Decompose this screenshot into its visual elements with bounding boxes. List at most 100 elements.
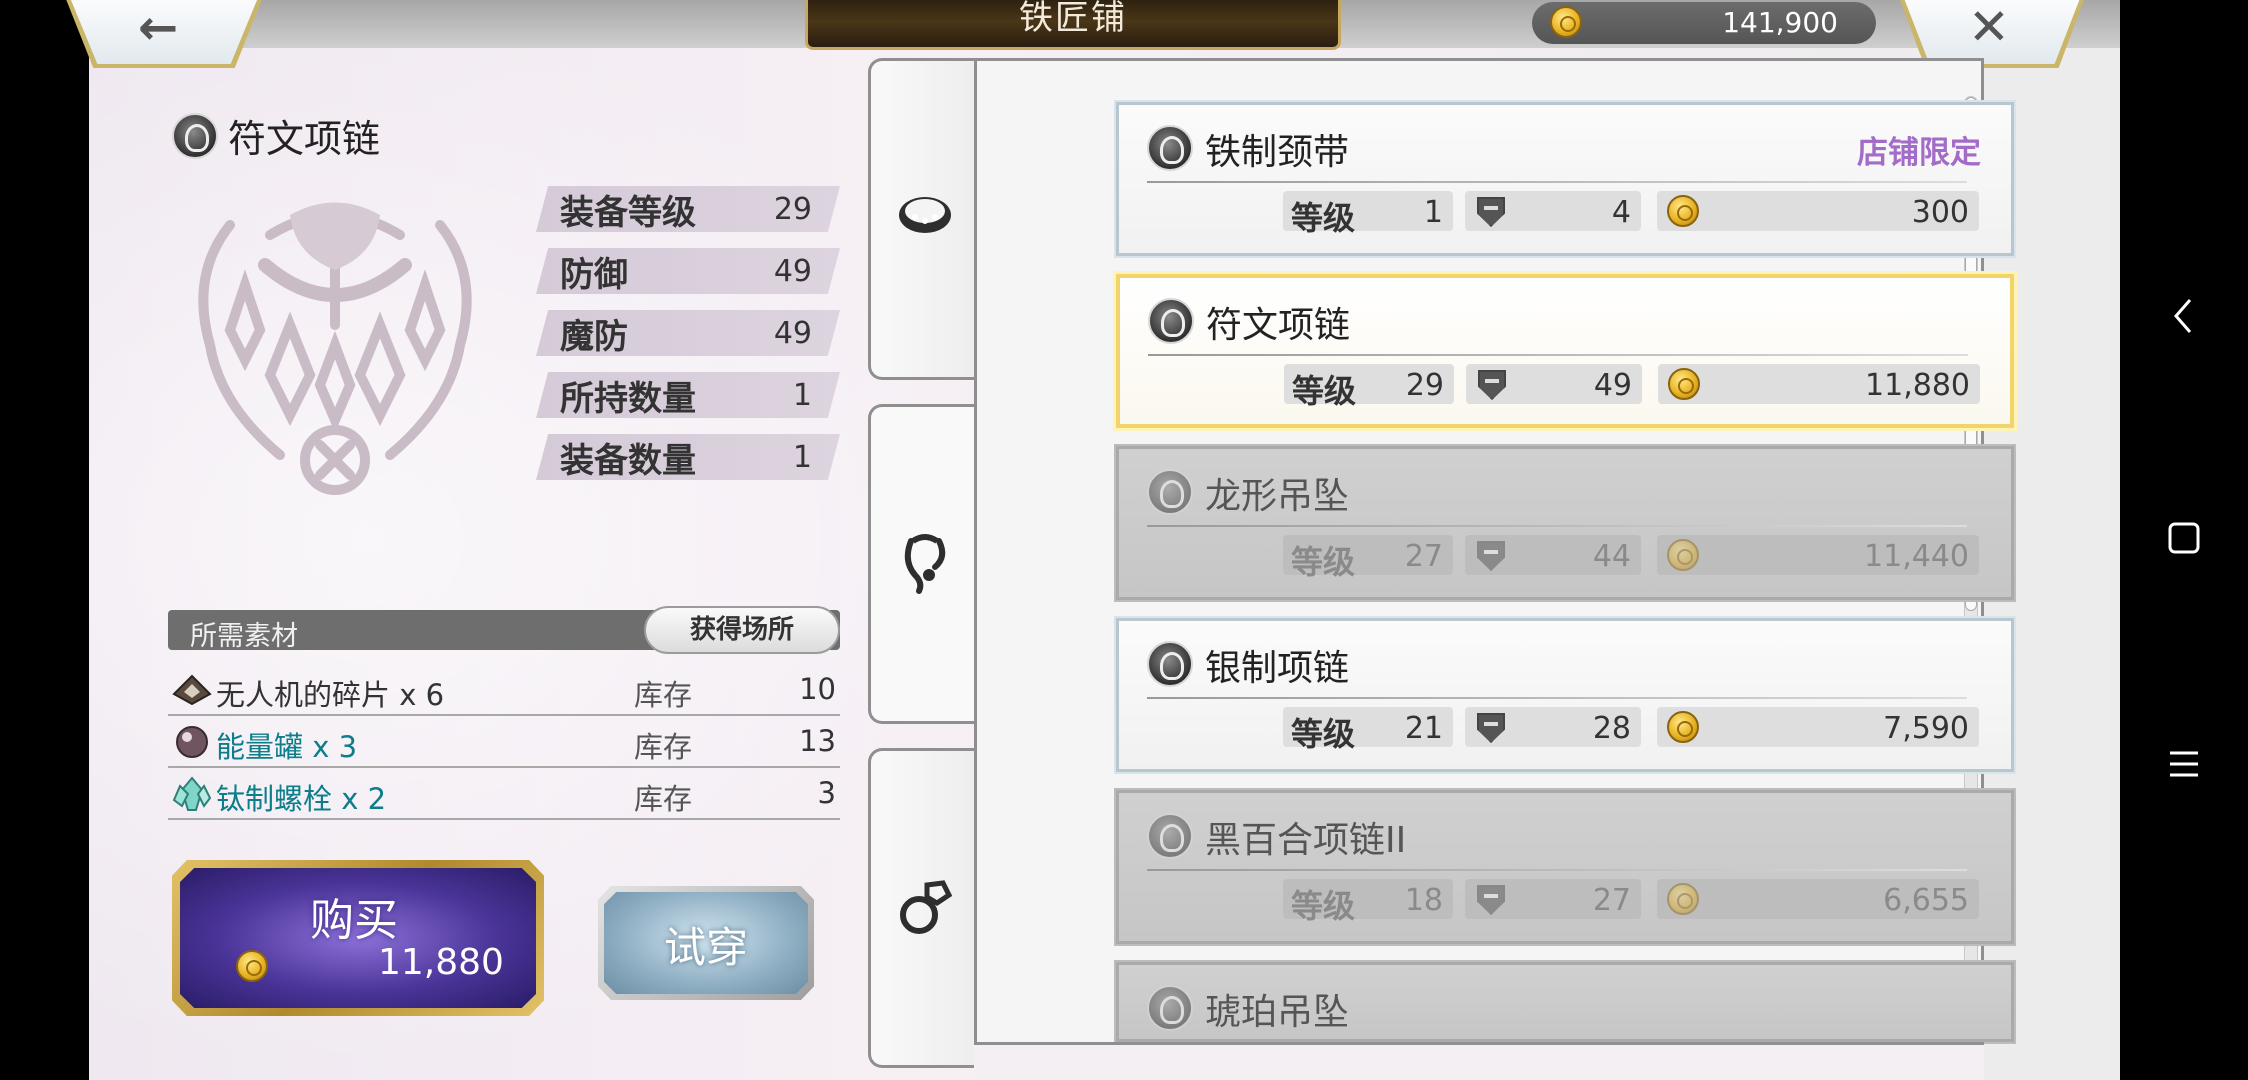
coin-icon [1667,711,1699,743]
defense-pill: 4 [1465,191,1641,231]
stat-row-equipped-count: 装备数量 1 [536,434,840,480]
defense-pill: 27 [1465,879,1641,919]
level-value: 27 [1404,539,1443,574]
stat-label: 装备数量 [560,440,696,481]
get-location-button[interactable]: 获得场所 [644,606,840,654]
stat-row-magic-defense: 魔防 49 [536,310,840,356]
material-name: 能量罐 x 3 [216,730,358,764]
stat-value: 49 [773,315,812,351]
level-value: 21 [1404,711,1443,746]
coin-icon [1550,6,1582,38]
list-panel-bottom-edge [974,1042,1984,1080]
level-pill: 等级 27 [1283,535,1453,581]
price-value: 7,590 [1883,711,1969,746]
defense-pill: 44 [1465,535,1641,575]
necklace-emblem-icon [1147,813,1193,859]
level-value: 29 [1405,368,1444,403]
drone-fragment-icon [172,674,212,706]
coin-icon [1667,195,1699,227]
stock-label: 库存 [634,782,693,816]
back-arrow-icon[interactable]: ← [138,4,178,52]
level-pill: 等级 1 [1283,191,1453,237]
stock-value: 10 [799,672,836,706]
necklace-icon [904,534,946,594]
price-pill: 11,880 [1658,364,1980,404]
tab-bracelet[interactable] [868,58,976,380]
level-pill: 等级 18 [1283,879,1453,925]
shop-item-card[interactable]: 铁制颈带 店铺限定 等级 1 4 300 [1114,100,2016,258]
level-value: 1 [1423,195,1443,230]
defense-value: 27 [1592,883,1631,918]
nav-back-icon[interactable] [2172,296,2196,336]
material-name: 无人机的碎片 x 6 [216,678,445,712]
necklace-emblem-icon [1148,298,1194,344]
buy-button-price[interactable]: 11,880 [378,942,504,983]
shop-item-card[interactable]: 银制项链 等级 21 28 7,590 [1114,616,2016,774]
tab-necklace[interactable] [868,404,976,724]
tab-ring[interactable] [868,748,976,1068]
level-label: 等级 [1291,199,1356,237]
item-title: 符文项链 [172,108,380,163]
level-label: 等级 [1291,543,1356,581]
defense-value: 44 [1592,539,1631,574]
stat-label: 装备等级 [560,192,696,233]
shop-item-card-selected[interactable]: 符文项链 等级 29 49 11,880 [1113,271,2017,431]
stat-value: 49 [773,253,812,289]
price-value: 11,880 [1865,368,1970,403]
shop-item-name: 符文项链 [1206,305,1351,346]
shop-item-name: 铁制颈带 [1205,132,1350,173]
coin-icon [1668,368,1700,400]
nav-menu-icon[interactable] [2168,748,2200,780]
stat-value: 1 [792,377,812,413]
shield-icon [1478,370,1506,400]
defense-value: 28 [1592,711,1631,746]
defense-pill: 49 [1466,364,1642,404]
stat-row-equip-level: 装备等级 29 [536,186,840,232]
defense-value: 4 [1611,195,1631,230]
material-name: 钛制螺栓 x 2 [216,782,387,816]
stat-label: 所持数量 [560,378,696,419]
stock-value: 13 [799,724,836,758]
price-pill: 11,440 [1657,535,1979,575]
titanium-bolt-icon [172,776,212,811]
energy-can-icon [176,726,208,758]
price-pill: 7,590 [1657,707,1979,747]
bracelet-icon [899,197,951,233]
coin-balance-value: 141,900 [1722,6,1838,39]
shop-item-name: 龙形吊坠 [1205,476,1350,517]
shop-item-name: 黑百合项链II [1205,820,1407,861]
buy-button-label[interactable]: 购买 [310,884,398,948]
stat-row-owned-count: 所持数量 1 [536,372,840,418]
shop-item-name: 琥珀吊坠 [1205,992,1350,1033]
shop-item-card[interactable]: 琥珀吊坠 [1114,960,2016,1044]
material-row[interactable]: 能量罐 x 3 库存 13 [168,716,840,768]
ring-icon [900,880,953,934]
material-row[interactable]: 无人机的碎片 x 6 库存 10 [168,664,840,716]
coin-icon [236,950,268,982]
divider [1147,181,1967,183]
try-on-button-label[interactable]: 试穿 [664,914,748,975]
price-value: 6,655 [1883,883,1969,918]
level-pill: 等级 21 [1283,707,1453,753]
stat-row-defense: 防御 49 [536,248,840,294]
shield-icon [1477,885,1505,915]
nav-home-icon[interactable] [2168,522,2200,554]
shop-item-card[interactable]: 黑百合项链II 等级 18 27 6,655 [1114,788,2016,946]
stat-label: 魔防 [560,316,628,357]
shield-icon [1477,713,1505,743]
shop-item-name: 银制项链 [1205,648,1350,689]
stock-value: 3 [817,776,836,810]
level-label: 等级 [1291,887,1356,925]
divider [1147,697,1967,699]
necklace-emblem-icon [1147,985,1193,1031]
coin-balance: 141,900 [1532,2,1876,44]
defense-pill: 28 [1465,707,1641,747]
material-row[interactable]: 钛制螺栓 x 2 库存 3 [168,768,840,820]
level-value: 18 [1404,883,1443,918]
close-icon[interactable]: ✕ [1968,2,2010,52]
stock-label: 库存 [634,678,693,712]
necklace-emblem-icon [1147,641,1193,687]
shop-item-card[interactable]: 龙形吊坠 等级 27 44 11,440 [1114,444,2016,602]
item-name: 符文项链 [228,117,381,161]
shop-limited-badge: 店铺限定 [1857,135,1981,171]
